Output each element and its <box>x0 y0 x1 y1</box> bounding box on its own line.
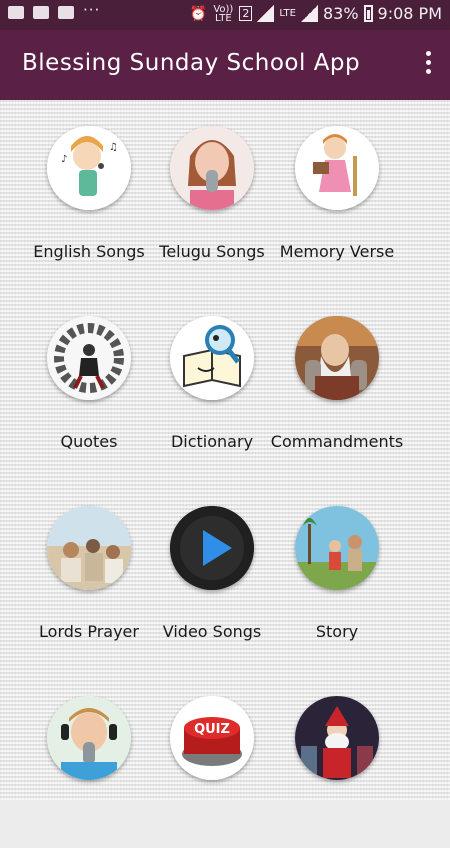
tile-label: Commandments <box>270 432 404 451</box>
tile-dictionary[interactable]: Dictionary <box>147 298 277 468</box>
signal-strength-icon <box>300 5 318 22</box>
girl-singing-icon: ♪ ♫ <box>47 126 131 210</box>
quiz-button-icon: QUIZ <box>170 696 254 780</box>
volte-indicator: Vo)) LTE <box>213 3 234 24</box>
tile-telugu-songs[interactable]: Telugu Songs <box>147 108 277 278</box>
tile-christmas[interactable] <box>272 678 402 848</box>
jesus-teaching-icon <box>47 506 131 590</box>
tile-commandments[interactable]: Commandments <box>271 298 403 468</box>
app-bar: Blessing Sunday School App <box>0 30 450 100</box>
tile-video-songs[interactable]: Video Songs <box>147 488 277 658</box>
tile-memory-verse[interactable]: Memory Verse <box>272 108 402 278</box>
tile-boy-singing[interactable] <box>24 678 154 848</box>
bible-story-icon <box>295 506 379 590</box>
svg-text:♫: ♫ <box>109 142 118 153</box>
more-notifications-icon: ··· <box>83 0 101 19</box>
sim-badge: 2 <box>239 6 253 21</box>
clock: 9:08 PM <box>377 4 442 23</box>
girl-reading-icon <box>295 126 379 210</box>
app-title: Blessing Sunday School App <box>22 50 361 76</box>
tile-quiz[interactable]: QUIZ <box>147 678 277 848</box>
boy-singing-icon <box>47 696 131 780</box>
more-vert-icon[interactable] <box>424 51 432 79</box>
status-bar: ··· ⏰ Vo)) LTE 2 LTE 83% 9:08 PM <box>0 0 450 30</box>
girl-microphone-icon <box>170 126 254 210</box>
svg-text:♪: ♪ <box>61 154 67 165</box>
tile-english-songs[interactable]: ♪ ♫ English Songs <box>24 108 154 278</box>
tile-label: Story <box>315 622 359 641</box>
tile-lords-prayer[interactable]: Lords Prayer <box>24 488 154 658</box>
moses-tablets-icon <box>295 316 379 400</box>
alarm-icon: ⏰ <box>189 5 208 22</box>
book-magnifier-icon <box>170 316 254 400</box>
play-button-icon <box>170 506 254 590</box>
signal-icon <box>257 5 275 22</box>
tile-quotes[interactable]: Quotes <box>24 298 154 468</box>
tile-label: Memory Verse <box>279 242 395 261</box>
christmas-santa-icon <box>295 696 379 780</box>
menu-grid: ♪ ♫ English Songs Telugu Songs Memory Ve… <box>0 100 450 800</box>
youtube-notification-icon <box>33 6 49 19</box>
mail-notification-icon <box>58 6 74 19</box>
svg-text:QUIZ: QUIZ <box>194 722 230 737</box>
battery-percent: 83% <box>322 4 359 23</box>
person-sitting-icon <box>47 316 131 400</box>
tile-story[interactable]: Story <box>272 488 402 658</box>
network-type: LTE <box>279 8 296 19</box>
battery-icon <box>363 5 373 22</box>
image-notification-icon <box>8 6 24 19</box>
